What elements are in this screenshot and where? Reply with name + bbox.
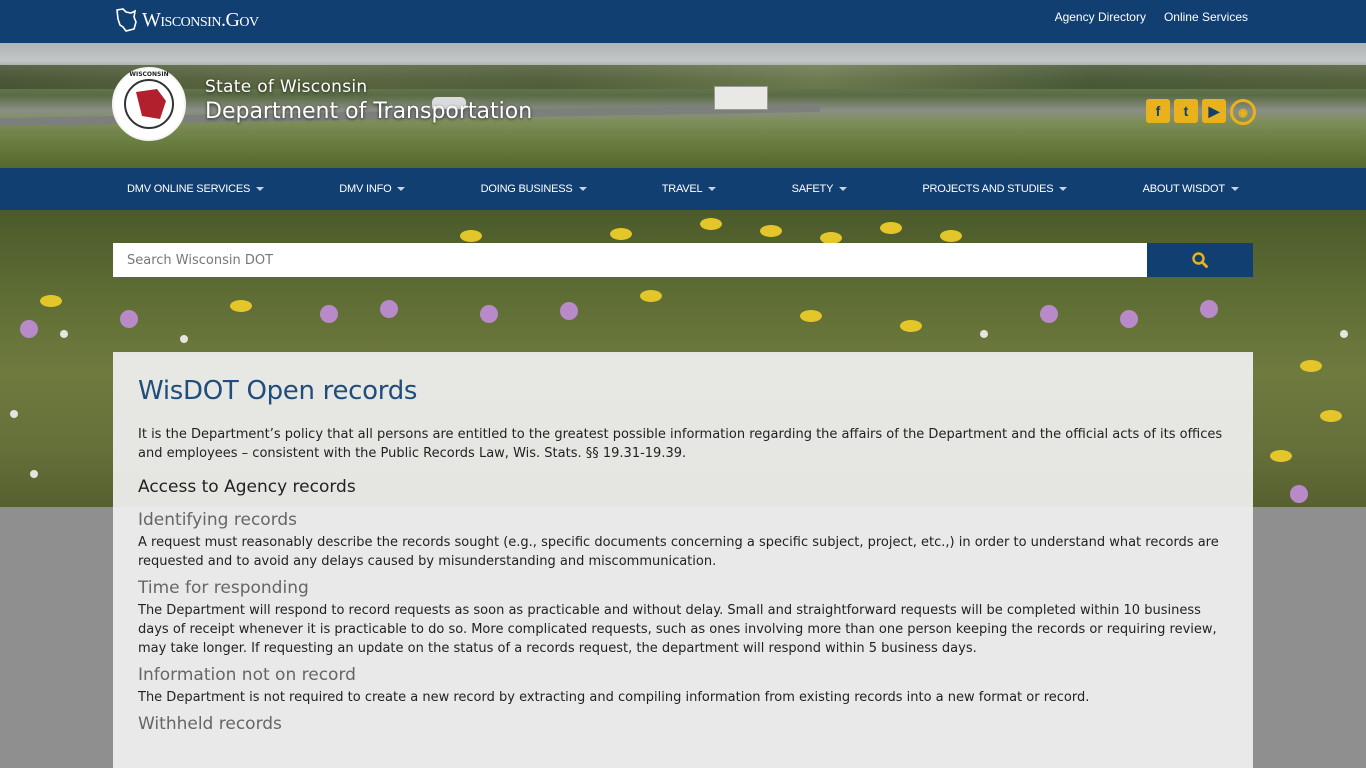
caret-down-icon: [1230, 187, 1239, 191]
search-icon: [1192, 252, 1208, 268]
subsection-heading: Withheld records: [138, 714, 282, 734]
seal-text: WISCONSIN: [129, 71, 169, 78]
agency-title[interactable]: State of Wisconsin Department of Transpo…: [205, 77, 532, 124]
caret-down-icon: [578, 187, 587, 191]
top-links: Agency Directory Online Services: [1055, 10, 1248, 24]
nav-item-label: TRAVEL: [661, 183, 703, 195]
flower-decoration: [900, 320, 922, 332]
wisconsin-gov-brand: Wisconsin.Gov: [142, 8, 259, 31]
flower-decoration: [10, 410, 18, 418]
flower-decoration: [940, 230, 962, 242]
main-nav: DMV ONLINE SERVICES DMV INFO DOING BUSIN…: [0, 168, 1366, 210]
wisconsin-gov-logo-link[interactable]: Wisconsin.Gov: [114, 5, 259, 35]
subsection-text: The Department is not required to create…: [138, 690, 1090, 705]
flower-decoration: [1290, 485, 1308, 503]
flower-decoration: [480, 305, 498, 323]
subsection-text: A request must reasonably describe the r…: [138, 535, 1219, 569]
section-heading: Access to Agency records: [138, 477, 356, 497]
flower-decoration: [40, 295, 62, 307]
caret-down-icon: [397, 187, 406, 191]
flower-decoration: [1120, 310, 1138, 328]
nav-item-dmv-online-services[interactable]: DMV ONLINE SERVICES: [113, 183, 278, 195]
agency-department-name: Department of Transportation: [205, 99, 533, 124]
top-bar: Wisconsin.Gov Agency Directory Online Se…: [0, 0, 1366, 43]
nav-item-label: ABOUT WISDOT: [1142, 183, 1226, 195]
flower-decoration: [1300, 360, 1322, 372]
facebook-icon[interactable]: f: [1146, 99, 1170, 123]
main-content: WisDOT Open records It is the Department…: [113, 352, 1253, 768]
intro-paragraph: It is the Department’s policy that all p…: [138, 427, 1223, 461]
nav-item-label: DOING BUSINESS: [480, 183, 573, 195]
subsection-heading: Information not on record: [138, 665, 356, 685]
wisdot-seal-logo[interactable]: WISCONSIN: [112, 67, 186, 141]
caret-down-icon: [1059, 187, 1068, 191]
flower-decoration: [640, 290, 662, 302]
flower-decoration: [230, 300, 252, 312]
search-button[interactable]: [1147, 243, 1253, 277]
flower-decoration: [1200, 300, 1218, 318]
nav-item-safety[interactable]: SAFETY: [778, 183, 862, 195]
flower-decoration: [560, 302, 578, 320]
flower-decoration: [120, 310, 138, 328]
caret-down-icon: [256, 187, 265, 191]
agency-directory-link[interactable]: Agency Directory: [1055, 10, 1146, 24]
flower-decoration: [760, 225, 782, 237]
flower-decoration: [880, 222, 902, 234]
flower-decoration: [30, 470, 38, 478]
flower-decoration: [700, 218, 722, 230]
podcast-icon[interactable]: ◉: [1230, 99, 1256, 125]
social-links: f t ▶ ◉: [1146, 99, 1256, 125]
nav-item-label: PROJECTS AND STUDIES: [922, 183, 1054, 195]
subsection-heading: Time for responding: [138, 578, 309, 598]
search-input[interactable]: [113, 243, 1147, 277]
flower-decoration: [800, 310, 822, 322]
nav-item-doing-business[interactable]: DOING BUSINESS: [467, 183, 601, 195]
nav-item-about-wisdot[interactable]: ABOUT WISDOT: [1129, 183, 1253, 195]
banner-truck: [714, 86, 768, 110]
youtube-icon[interactable]: ▶: [1202, 99, 1226, 123]
page-title: WisDOT Open records: [138, 376, 418, 406]
nav-item-label: SAFETY: [791, 183, 834, 195]
flower-decoration: [1340, 330, 1348, 338]
flower-decoration: [1320, 410, 1342, 422]
nav-item-label: DMV INFO: [339, 183, 392, 195]
subsection-heading: Identifying records: [138, 510, 298, 530]
site-search: [113, 243, 1253, 277]
flower-decoration: [380, 300, 398, 318]
header-banner: WISCONSIN State of Wisconsin Department …: [0, 43, 1366, 168]
nav-item-dmv-info[interactable]: DMV INFO: [325, 183, 419, 195]
flower-decoration: [60, 330, 68, 338]
flower-decoration: [320, 305, 338, 323]
flower-decoration: [1270, 450, 1292, 462]
subsection-text: The Department will respond to record re…: [138, 603, 1217, 656]
nav-item-label: DMV ONLINE SERVICES: [127, 183, 251, 195]
caret-down-icon: [708, 187, 717, 191]
flower-decoration: [180, 335, 188, 343]
agency-state-name: State of Wisconsin: [205, 77, 368, 97]
online-services-link[interactable]: Online Services: [1164, 10, 1248, 24]
twitter-icon[interactable]: t: [1174, 99, 1198, 123]
flower-decoration: [980, 330, 988, 338]
flower-decoration: [20, 320, 38, 338]
caret-down-icon: [839, 187, 848, 191]
nav-item-projects-and-studies[interactable]: PROJECTS AND STUDIES: [908, 183, 1081, 195]
flower-decoration: [460, 230, 482, 242]
flower-decoration: [610, 228, 632, 240]
flower-decoration: [1040, 305, 1058, 323]
wisconsin-map-icon: [116, 8, 137, 32]
nav-item-travel[interactable]: TRAVEL: [648, 183, 731, 195]
